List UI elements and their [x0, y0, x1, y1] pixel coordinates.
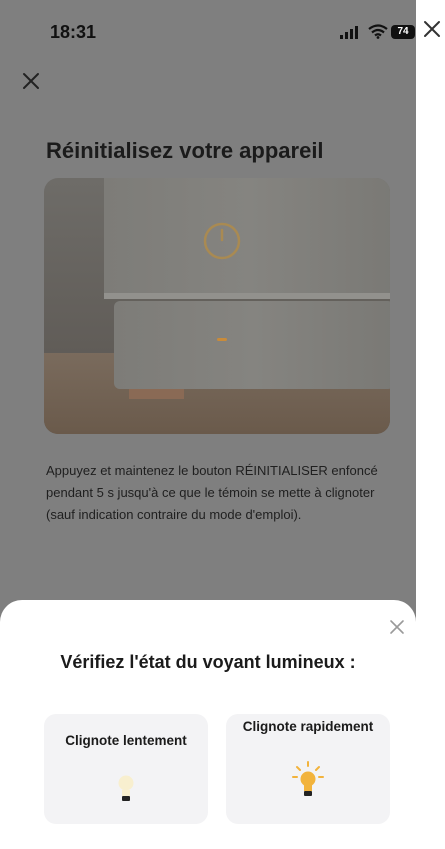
status-bar: 18:31 74: [0, 0, 416, 60]
close-icon[interactable]: [20, 70, 42, 92]
signal-icon: [340, 26, 358, 39]
option-fast-blink[interactable]: Clignote rapidement: [226, 714, 390, 824]
status-time: 18:31: [50, 22, 97, 42]
phone-screen: 18:31 74 Réinitialisez votre appareil Ap…: [0, 0, 416, 849]
option-slow-blink-label: Clignote lentement: [65, 733, 187, 748]
device-image: [44, 178, 390, 434]
bulb-bright-icon: [292, 761, 324, 796]
bulb-dim-icon: [118, 775, 134, 801]
instruction-text: Appuyez et maintenez le bouton RÉINITIAL…: [46, 463, 378, 522]
option-fast-blink-label: Clignote rapidement: [242, 719, 374, 734]
battery-indicator: 74: [391, 25, 415, 39]
page-title: Réinitialisez votre appareil: [46, 138, 324, 163]
sheet-close-icon[interactable]: [388, 618, 406, 636]
sheet-title: Vérifiez l'état du voyant lumineux :: [60, 652, 356, 672]
wifi-icon: [368, 24, 388, 39]
option-slow-blink[interactable]: Clignote lentement: [44, 714, 208, 824]
outer-close-icon[interactable]: [421, 18, 443, 40]
